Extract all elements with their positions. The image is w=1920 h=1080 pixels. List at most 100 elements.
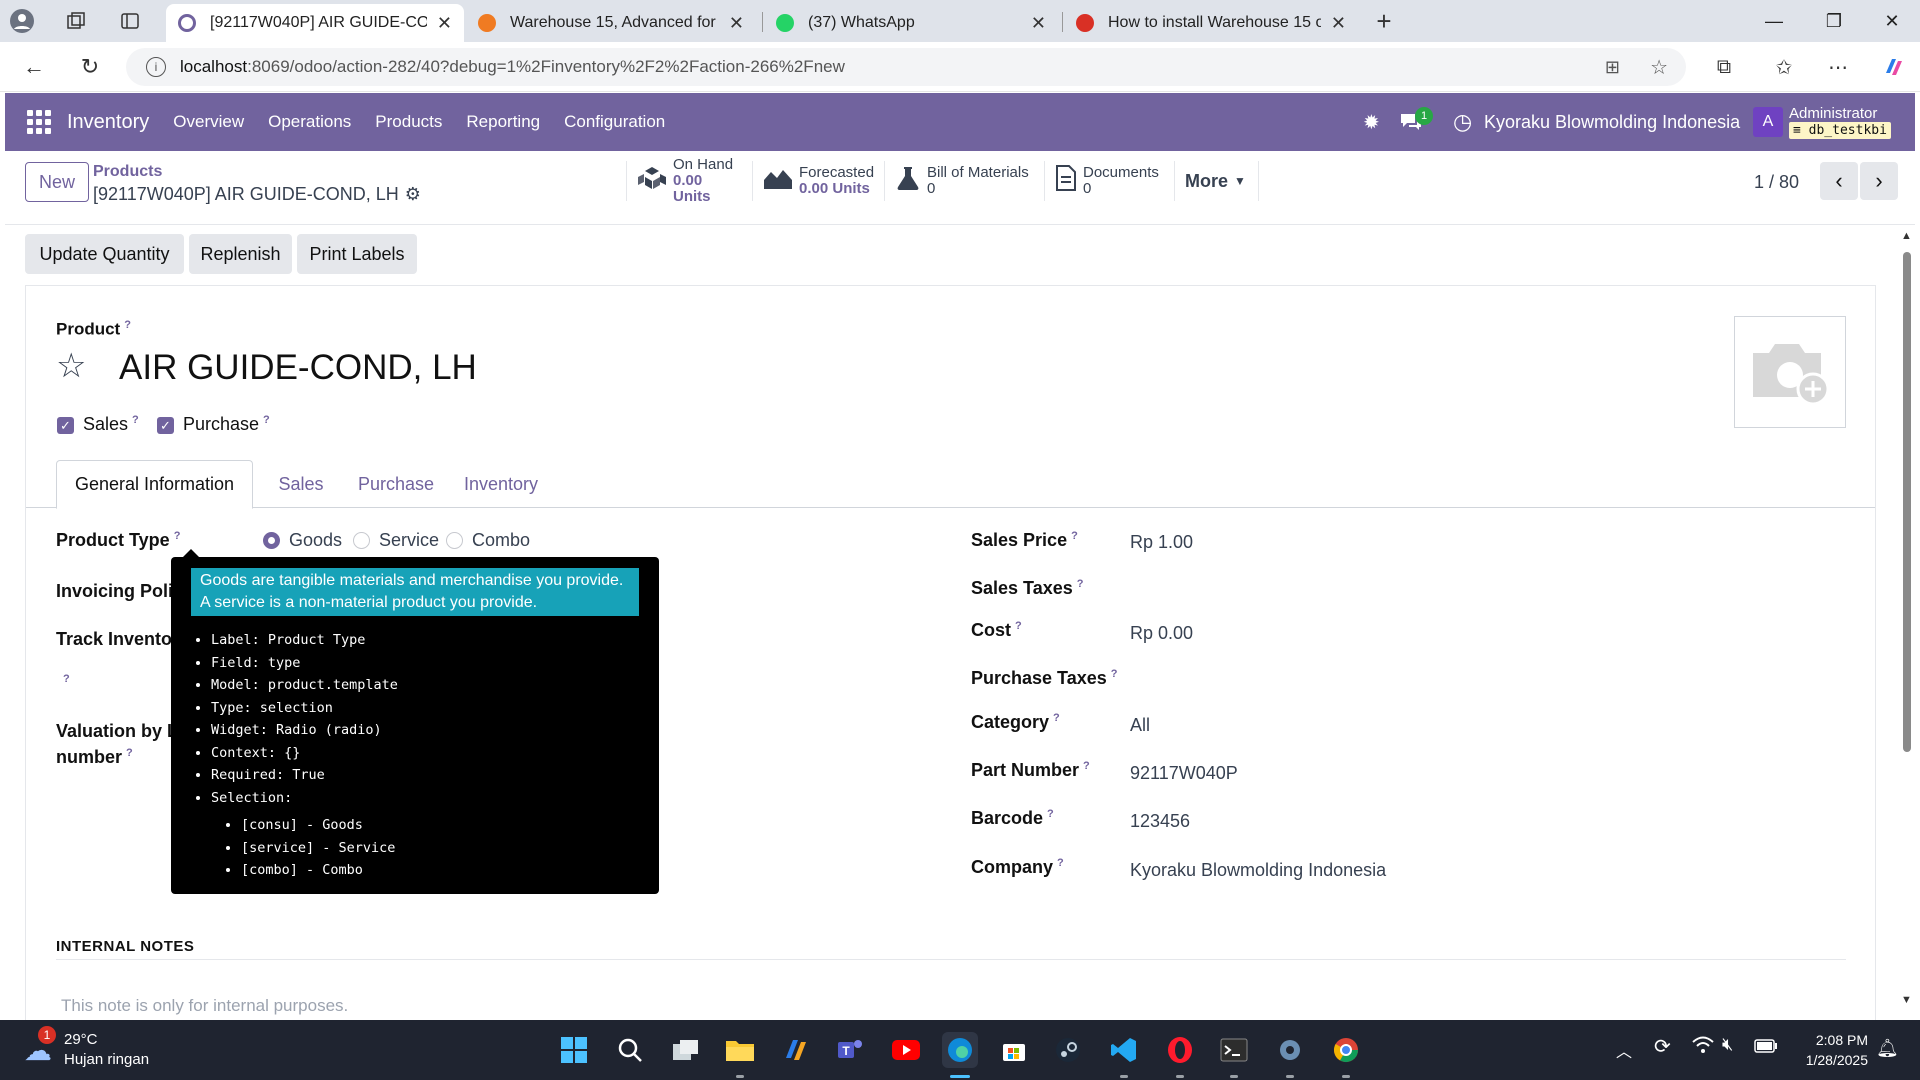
store-icon[interactable] <box>996 1032 1032 1068</box>
youtube-icon[interactable] <box>888 1032 924 1068</box>
opera-icon[interactable] <box>1162 1032 1198 1068</box>
help-icon[interactable]: ? <box>132 414 139 426</box>
extensions-icon[interactable]: ⧉ <box>1706 49 1742 85</box>
minimize-icon[interactable]: — <box>1746 0 1802 42</box>
favorite-star-icon[interactable]: ☆ <box>1650 55 1668 80</box>
radio-goods-label[interactable]: Goods <box>289 530 342 551</box>
smart-button-forecasted[interactable]: Forecasted 0.00 Units <box>753 161 885 201</box>
gear-icon[interactable]: ⚙ <box>405 184 421 205</box>
close-tab-icon[interactable]: ✕ <box>1031 13 1046 34</box>
copilot-icon[interactable] <box>1876 49 1912 85</box>
help-icon[interactable]: ? <box>1053 712 1060 724</box>
tab-inventory[interactable]: Inventory <box>451 460 551 508</box>
product-image-upload[interactable] <box>1734 316 1846 428</box>
cost-value[interactable]: Rp 0.00 <box>1130 623 1193 644</box>
profile-icon[interactable] <box>4 3 40 39</box>
help-icon[interactable]: ? <box>1047 808 1054 820</box>
update-quantity-button[interactable]: Update Quantity <box>25 234 184 274</box>
tab-sales[interactable]: Sales <box>266 460 336 508</box>
url-field[interactable]: i localhost:8069/odoo/action-282/40?debu… <box>126 48 1686 86</box>
pager-value[interactable]: 1 / 80 <box>1754 172 1799 193</box>
edge-icon[interactable] <box>942 1032 978 1068</box>
pager-previous-icon[interactable]: ‹ <box>1820 162 1858 200</box>
chrome-icon[interactable] <box>1328 1032 1364 1068</box>
more-dropdown[interactable]: More ▼ <box>1175 161 1259 201</box>
help-icon[interactable]: ? <box>1083 760 1090 772</box>
teams-icon[interactable]: T <box>832 1032 868 1068</box>
start-icon[interactable] <box>556 1032 592 1068</box>
browser-tab[interactable]: Warehouse 15, Advanced for Odoo ✕ <box>466 4 756 42</box>
company-switcher[interactable]: Kyoraku Blowmolding Indonesia <box>1484 93 1740 151</box>
smart-button-bom[interactable]: Bill of Materials 0 <box>885 161 1045 201</box>
help-icon[interactable]: ? <box>1077 578 1084 590</box>
user-menu[interactable]: Administrator ≡ db_testkbi <box>1789 93 1891 151</box>
scroll-down-icon[interactable]: ▼ <box>1901 994 1912 1006</box>
search-icon[interactable] <box>612 1032 648 1068</box>
app-available-icon[interactable]: ⊞ <box>1605 57 1620 78</box>
copilot-app-icon[interactable] <box>778 1032 814 1068</box>
volume-muted-icon[interactable]: 🔇︎ <box>1722 1034 1733 1055</box>
menu-reporting[interactable]: Reporting <box>466 112 540 132</box>
browser-tab-active[interactable]: [92117W040P] AIR GUIDE-COND, LH ✕ <box>166 4 464 42</box>
help-icon[interactable]: ? <box>174 530 181 542</box>
notifications-bell-icon[interactable]: 🔔︎ <box>1876 1038 1899 1059</box>
vscode-icon[interactable] <box>1106 1032 1142 1068</box>
app-name[interactable]: Inventory <box>67 111 149 134</box>
menu-operations[interactable]: Operations <box>268 112 351 132</box>
workspaces-icon[interactable] <box>58 3 94 39</box>
help-icon[interactable]: ? <box>124 319 131 331</box>
user-avatar[interactable]: A <box>1753 93 1783 151</box>
close-tab-icon[interactable]: ✕ <box>437 13 452 34</box>
close-tab-icon[interactable]: ✕ <box>1331 13 1346 34</box>
help-icon[interactable]: ? <box>126 747 133 759</box>
pager-next-icon[interactable]: › <box>1860 162 1898 200</box>
menu-products[interactable]: Products <box>375 112 442 132</box>
help-icon[interactable]: ? <box>263 414 270 426</box>
favorite-star-icon[interactable]: ☆ <box>56 346 86 386</box>
smart-button-documents[interactable]: Documents 0 <box>1045 161 1175 201</box>
tab-purchase[interactable]: Purchase <box>346 460 446 508</box>
product-name[interactable]: AIR GUIDE-COND, LH <box>119 348 477 388</box>
show-hidden-icons[interactable]: ︿ <box>1616 1038 1632 1062</box>
purchase-checkbox[interactable]: ✓ <box>157 417 174 434</box>
category-value[interactable]: All <box>1130 715 1150 736</box>
wifi-icon[interactable] <box>1692 1036 1714 1059</box>
replenish-button[interactable]: Replenish <box>189 234 292 274</box>
print-labels-button[interactable]: Print Labels <box>297 234 417 274</box>
sales-price-value[interactable]: Rp 1.00 <box>1130 532 1193 553</box>
tab-actions-icon[interactable] <box>112 3 148 39</box>
more-menu-icon[interactable]: ⋯ <box>1820 49 1856 85</box>
company-value[interactable]: Kyoraku Blowmolding Indonesia <box>1130 860 1386 881</box>
help-icon[interactable]: ? <box>1057 857 1064 869</box>
new-button[interactable]: New <box>25 162 89 202</box>
radio-combo-label[interactable]: Combo <box>472 530 530 551</box>
activity-clock-icon[interactable]: ◷ <box>1453 93 1472 151</box>
part-number-value[interactable]: 92117W040P <box>1130 763 1238 784</box>
sales-taxes-value[interactable] <box>1130 578 1630 602</box>
smart-button-on-hand[interactable]: On Hand 0.00 Units <box>626 157 753 205</box>
close-window-icon[interactable]: ✕ <box>1864 0 1920 42</box>
radio-service[interactable] <box>353 532 370 549</box>
apps-menu-icon[interactable] <box>27 110 51 134</box>
favorites-icon[interactable]: ✩ <box>1766 49 1802 85</box>
settings-icon[interactable] <box>1272 1032 1308 1068</box>
internal-notes-field[interactable]: This note is only for internal purposes. <box>61 996 348 1016</box>
new-tab-icon[interactable]: + <box>1366 3 1402 39</box>
clock[interactable]: 2:08 PM 1/28/2025 <box>1782 1030 1868 1070</box>
page-scrollbar[interactable]: ▲ ▼ <box>1898 230 1916 1010</box>
battery-icon[interactable] <box>1754 1038 1778 1058</box>
steam-icon[interactable] <box>1050 1032 1086 1068</box>
browser-tab[interactable]: How to install Warehouse 15 on F ✕ <box>1064 4 1358 42</box>
help-icon[interactable]: ? <box>1015 620 1022 632</box>
messaging-icon[interactable]: 1 <box>1399 93 1433 151</box>
close-tab-icon[interactable]: ✕ <box>729 13 744 34</box>
menu-overview[interactable]: Overview <box>173 112 244 132</box>
radio-goods[interactable] <box>263 532 280 549</box>
scroll-up-icon[interactable]: ▲ <box>1901 230 1912 242</box>
radio-combo[interactable] <box>446 532 463 549</box>
breadcrumb-parent[interactable]: Products <box>93 163 162 181</box>
tab-general-information[interactable]: General Information <box>56 460 253 509</box>
weather-widget[interactable]: ☁ 1 29°C Hujan ringan <box>20 1026 160 1072</box>
back-icon[interactable]: ← <box>16 49 52 85</box>
debug-icon[interactable]: ✹ <box>1363 93 1380 151</box>
